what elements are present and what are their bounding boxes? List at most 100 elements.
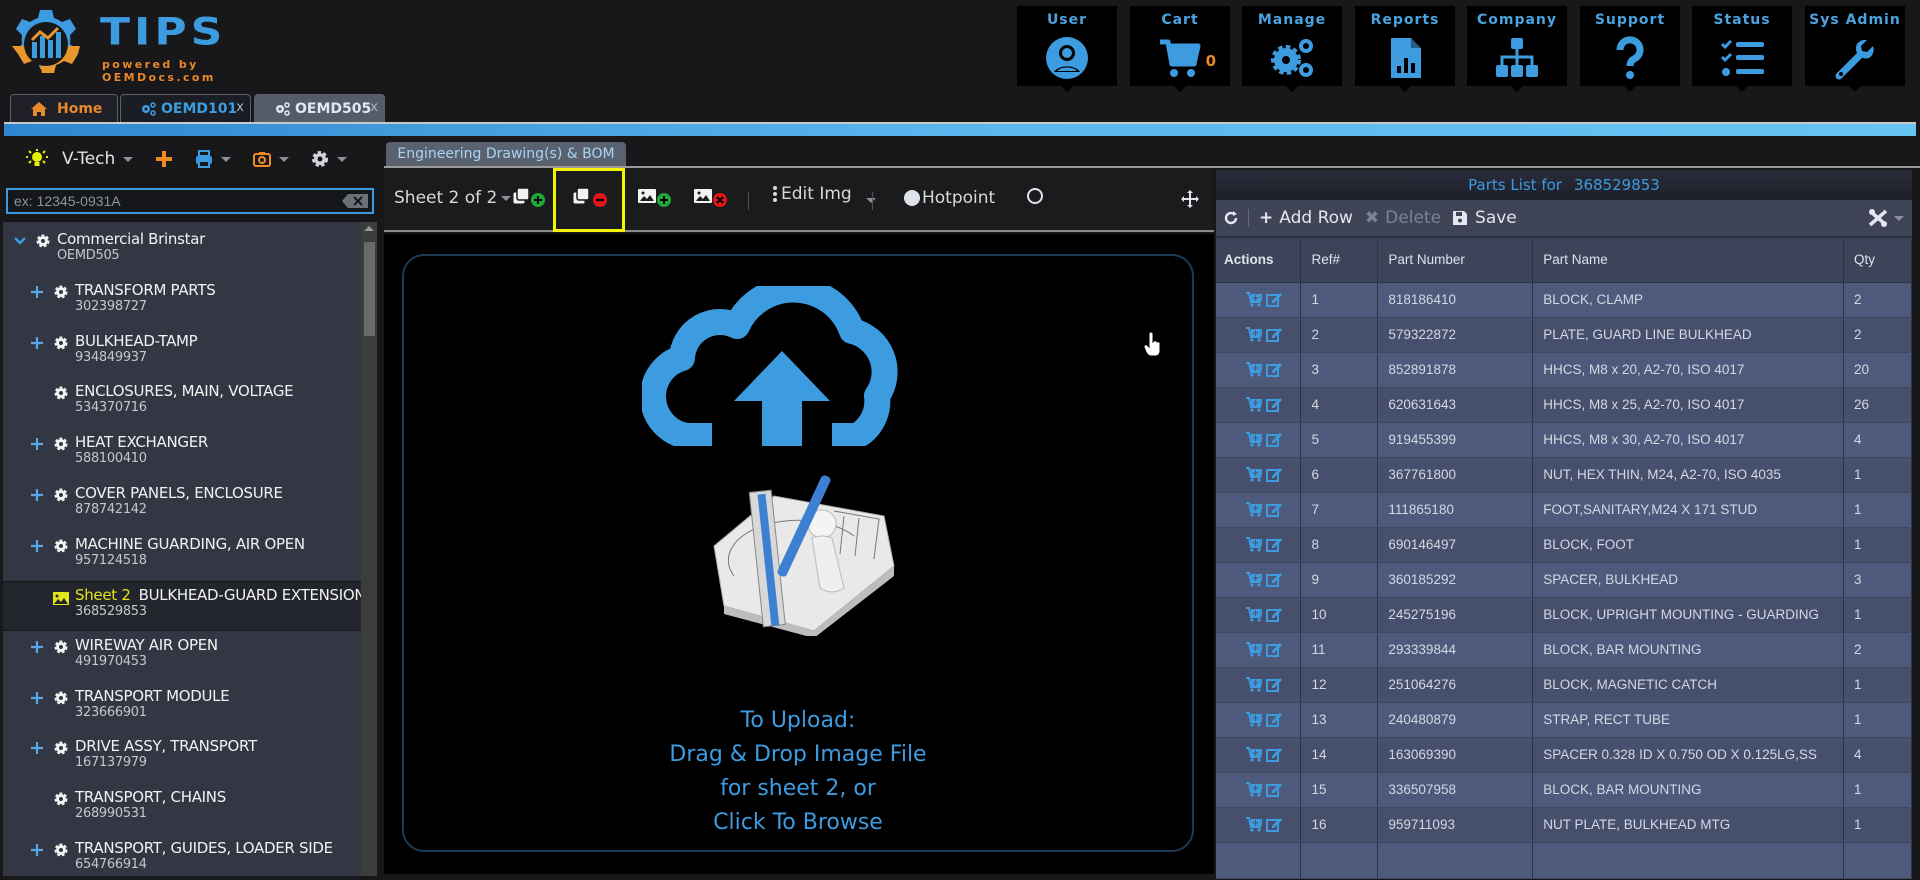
tree-item[interactable]: COVER PANELS, ENCLOSURE 878742142	[3, 480, 361, 530]
nav-cart[interactable]: Cart 0	[1130, 6, 1230, 92]
add-to-cart-icon[interactable]	[1246, 642, 1264, 658]
refresh-icon[interactable]	[1224, 211, 1238, 225]
tree-item[interactable]: TRANSPORT, CHAINS 268990531	[3, 784, 361, 834]
parts-row[interactable]: 14 163069390 SPACER 0.328 ID X 0.750 OD X …	[1216, 737, 1912, 773]
parts-row[interactable]: 10 245275196 BLOCK, UPRIGHT MOUNTING - GUA…	[1216, 597, 1912, 633]
expand-plus-icon[interactable]	[30, 285, 44, 299]
edit-icon[interactable]	[1266, 712, 1282, 728]
column-header[interactable]: Part Number	[1377, 238, 1534, 283]
tree-item[interactable]: TRANSPORT, GUIDES, LOADER SIDE 654766914	[3, 835, 361, 876]
sheet-selector[interactable]: Sheet 2 of 2	[394, 188, 512, 208]
clear-input-icon[interactable]	[342, 194, 368, 208]
tab-oemd101[interactable]: OEMD101 x	[120, 94, 251, 122]
expand-plus-icon[interactable]	[30, 741, 44, 755]
edit-icon[interactable]	[1266, 292, 1282, 308]
edit-icon[interactable]	[1266, 607, 1282, 623]
tree-item[interactable]: WIREWAY AIR OPEN 491970453	[3, 632, 361, 682]
expand-plus-icon[interactable]	[30, 843, 44, 857]
edit-icon[interactable]	[1266, 362, 1282, 378]
column-header[interactable]: Actions	[1216, 238, 1302, 283]
add-to-cart-icon[interactable]	[1246, 432, 1264, 448]
expand-plus-icon[interactable]	[30, 640, 44, 654]
save-button[interactable]: Save	[1453, 208, 1517, 228]
edit-img-menu[interactable]: Edit Img	[772, 184, 876, 204]
nav-status[interactable]: Status	[1692, 6, 1792, 92]
parts-row[interactable]: 11 293339844 BLOCK, BAR MOUNTING 2	[1216, 632, 1912, 668]
add-to-cart-icon[interactable]	[1246, 677, 1264, 693]
part-search-input[interactable]	[8, 190, 372, 212]
nav-company[interactable]: Company	[1467, 6, 1567, 92]
parts-row[interactable]: 6 367761800 NUT, HEX THIN, M24, A2-70, ISO…	[1216, 457, 1912, 493]
add-to-cart-icon[interactable]	[1246, 502, 1264, 518]
edit-icon[interactable]	[1266, 502, 1282, 518]
add-to-cart-icon[interactable]	[1246, 782, 1264, 798]
tree-item[interactable]: TRANSPORT MODULE 323666901	[3, 683, 361, 733]
hotpoint-toggle[interactable]: Hotpoint	[904, 188, 995, 208]
nav-user[interactable]: User	[1017, 6, 1117, 92]
upload-instructions[interactable]: To Upload: Drag & Drop Image File for sh…	[404, 704, 1192, 840]
edit-icon[interactable]	[1266, 817, 1282, 833]
nav-sys-admin[interactable]: Sys Admin	[1805, 6, 1905, 92]
tab-engineering-drawings[interactable]: Engineering Drawing(s) & BOM	[386, 142, 626, 166]
add-icon[interactable]	[155, 150, 173, 168]
expand-plus-icon[interactable]	[30, 539, 44, 553]
tree-root[interactable]: Commercial Brinstar OEMD505	[3, 226, 361, 276]
parts-row[interactable]: 9 360185292 SPACER, BULKHEAD 3	[1216, 562, 1912, 598]
tree-scrollbar[interactable]	[361, 222, 377, 876]
add-to-cart-icon[interactable]	[1246, 397, 1264, 413]
parts-row[interactable]: 3 852891878 HHCS, M8 x 20, A2-70, ISO 4017…	[1216, 352, 1912, 388]
add-to-cart-icon[interactable]	[1246, 747, 1264, 763]
nav-reports[interactable]: Reports	[1355, 6, 1455, 92]
add-to-cart-icon[interactable]	[1246, 572, 1264, 588]
chevron-down-icon[interactable]	[13, 234, 27, 248]
expand-plus-icon[interactable]	[30, 488, 44, 502]
tab-home[interactable]: Home	[10, 94, 118, 122]
tab-oemd505[interactable]: OEMD505 x	[254, 94, 385, 122]
tab-oemd505-close[interactable]: x	[370, 100, 378, 115]
expand-plus-icon[interactable]	[30, 437, 44, 451]
add-image-button[interactable]	[638, 184, 672, 208]
add-to-cart-icon[interactable]	[1246, 292, 1264, 308]
column-header[interactable]: Part Name	[1532, 238, 1845, 283]
edit-icon[interactable]	[1266, 327, 1282, 343]
upload-dropzone[interactable]: To Upload: Drag & Drop Image File for sh…	[402, 254, 1194, 852]
add-to-cart-icon[interactable]	[1246, 327, 1264, 343]
delete-button[interactable]: ✖ Delete	[1365, 208, 1441, 228]
nav-support[interactable]: Support	[1580, 6, 1680, 92]
parts-row[interactable]: 16 959711093 NUT PLATE, BULKHEAD MTG 1	[1216, 807, 1912, 843]
app-logo[interactable]: TIPS powered by OEMDocs.com	[8, 6, 308, 84]
scrollbar-thumb[interactable]	[364, 242, 375, 336]
move-arrows-icon[interactable]	[1181, 190, 1199, 208]
add-row-button[interactable]: + Add Row	[1259, 208, 1353, 228]
tree-item[interactable]: ENCLOSURES, MAIN, VOLTAGE 534370716	[3, 378, 361, 428]
settings-menu[interactable]	[311, 150, 348, 168]
edit-icon[interactable]	[1266, 642, 1282, 658]
tree-item[interactable]: MACHINE GUARDING, AIR OPEN 957124518	[3, 531, 361, 581]
add-to-cart-icon[interactable]	[1246, 817, 1264, 833]
tree-item[interactable]: Sheet 2 BULKHEAD-GUARD EXTENSION 368529853	[3, 581, 361, 632]
tools-menu[interactable]	[1868, 209, 1904, 227]
parts-row[interactable]: 4 620631643 HHCS, M8 x 25, A2-70, ISO 4017…	[1216, 387, 1912, 423]
add-sheet-button[interactable]	[512, 184, 546, 208]
edit-icon[interactable]	[1266, 572, 1282, 588]
parts-row[interactable]: 8 690146497 BLOCK, FOOT 1	[1216, 527, 1912, 563]
tree-item[interactable]: BULKHEAD-TAMP 934849937	[3, 328, 361, 378]
edit-icon[interactable]	[1266, 397, 1282, 413]
nav-manage[interactable]: Manage	[1242, 6, 1342, 92]
parts-row[interactable]: 2 579322872 PLATE, GUARD LINE BULKHEAD 2	[1216, 317, 1912, 353]
company-selector[interactable]: V-Tech	[26, 149, 134, 169]
column-header[interactable]: Qty	[1843, 238, 1912, 283]
parts-row[interactable]: 7 111865180 FOOT,SANITARY,M24 X 171 STUD 1	[1216, 492, 1912, 528]
parts-row[interactable]: 12 251064276 BLOCK, MAGNETIC CATCH 1	[1216, 667, 1912, 703]
edit-icon[interactable]	[1266, 677, 1282, 693]
column-header[interactable]: Ref#	[1300, 238, 1379, 283]
expand-plus-icon[interactable]	[30, 336, 44, 350]
parts-row[interactable]: 1 818186410 BLOCK, CLAMP 2	[1216, 282, 1912, 318]
scroll-up-arrow-icon[interactable]	[364, 226, 374, 231]
hotpoint-circle-option[interactable]	[1027, 188, 1043, 204]
camera-menu[interactable]	[253, 151, 290, 167]
edit-icon[interactable]	[1266, 747, 1282, 763]
tree-item[interactable]: TRANSFORM PARTS 302398727	[3, 277, 361, 327]
add-to-cart-icon[interactable]	[1246, 537, 1264, 553]
edit-icon[interactable]	[1266, 467, 1282, 483]
